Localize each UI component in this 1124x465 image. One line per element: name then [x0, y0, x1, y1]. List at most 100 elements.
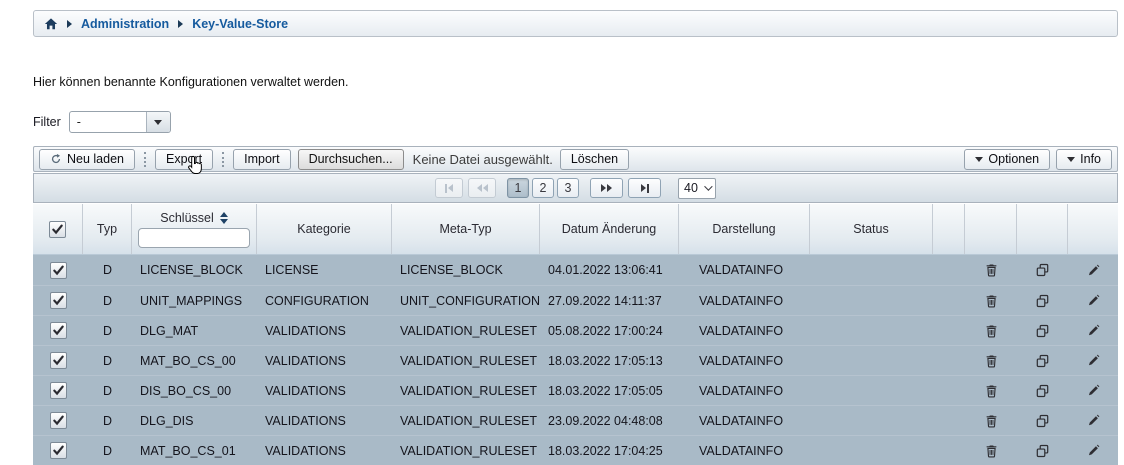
cell-status [810, 376, 933, 405]
table-row[interactable]: D MAT_BO_CS_00 VALIDATIONS VALIDATION_RU… [33, 345, 1118, 375]
edit-icon[interactable] [1082, 290, 1104, 312]
filter-dropdown[interactable]: - [69, 111, 171, 133]
table-row[interactable]: D MAT_BO_CS_01 VALIDATIONS VALIDATION_RU… [33, 435, 1118, 465]
header-kategorie: Kategorie [257, 204, 392, 254]
delete-button-label: Löschen [571, 152, 618, 166]
cell-typ: D [83, 316, 132, 345]
header-darstellung: Darstellung [679, 204, 810, 254]
cell-darstellung: VALDATAINFO [679, 286, 810, 315]
chevron-down-icon [1067, 157, 1075, 162]
cell-datum: 18.03.2022 17:05:13 [540, 346, 679, 375]
delete-icon[interactable] [980, 380, 1002, 402]
copy-icon[interactable] [1032, 380, 1054, 402]
copy-icon[interactable] [1032, 290, 1054, 312]
cell-schluessel: DLG_MAT [132, 316, 257, 345]
toolbar-right: Optionen Info [964, 149, 1112, 170]
table-row[interactable]: D UNIT_MAPPINGS CONFIGURATION UNIT_CONFI… [33, 285, 1118, 315]
edit-icon[interactable] [1082, 350, 1104, 372]
edit-icon[interactable] [1082, 259, 1104, 281]
cell-darstellung: VALDATAINFO [679, 436, 810, 465]
header-spacer [933, 204, 965, 254]
cell-darstellung: VALDATAINFO [679, 316, 810, 345]
header-status: Status [810, 204, 933, 254]
edit-icon[interactable] [1082, 320, 1104, 342]
refresh-icon [50, 153, 62, 165]
paginator-last-button[interactable] [628, 178, 661, 198]
edit-icon[interactable] [1082, 440, 1104, 462]
cell-meta-typ: VALIDATION_RULESET [392, 436, 540, 465]
paginator-next-button[interactable] [590, 178, 623, 198]
delete-icon[interactable] [980, 440, 1002, 462]
cell-darstellung: VALDATAINFO [679, 346, 810, 375]
info-menu-button[interactable]: Info [1056, 149, 1112, 170]
paginator-prev-button[interactable] [468, 178, 496, 198]
row-checkbox[interactable] [50, 292, 67, 309]
copy-icon[interactable] [1032, 320, 1054, 342]
home-icon[interactable] [44, 17, 58, 31]
table-row[interactable]: D DLG_MAT VALIDATIONS VALIDATION_RULESET… [33, 315, 1118, 345]
row-checkbox[interactable] [50, 442, 67, 459]
cell-darstellung: VALDATAINFO [679, 376, 810, 405]
cell-meta-typ: VALIDATION_RULESET [392, 316, 540, 345]
page-size-value: 40 [684, 181, 698, 195]
row-checkbox[interactable] [50, 352, 67, 369]
copy-icon[interactable] [1032, 350, 1054, 372]
page-size-select[interactable]: 40 [678, 178, 716, 199]
delete-icon[interactable] [980, 290, 1002, 312]
delete-icon[interactable] [980, 320, 1002, 342]
delete-icon[interactable] [980, 350, 1002, 372]
table-row[interactable]: D LICENSE_BLOCK LICENSE LICENSE_BLOCK 04… [33, 255, 1118, 285]
table-row[interactable]: D DLG_DIS VALIDATIONS VALIDATION_RULESET… [33, 405, 1118, 435]
copy-icon[interactable] [1032, 259, 1054, 281]
paginator-page-1[interactable]: 1 [507, 178, 529, 198]
paginator-page-3[interactable]: 3 [557, 178, 579, 198]
cell-schluessel: LICENSE_BLOCK [132, 255, 257, 285]
select-all-checkbox[interactable] [49, 221, 66, 238]
header-schluessel[interactable]: Schlüssel [132, 204, 257, 254]
cell-status [810, 406, 933, 435]
copy-icon[interactable] [1032, 410, 1054, 432]
cell-status [810, 316, 933, 345]
export-button-label: Export [166, 152, 202, 166]
cell-kategorie: LICENSE [257, 255, 392, 285]
edit-icon[interactable] [1082, 410, 1104, 432]
delete-button[interactable]: Löschen [560, 149, 629, 170]
paginator-page-2[interactable]: 2 [532, 178, 554, 198]
breadcrumb-link-key-value-store[interactable]: Key-Value-Store [192, 17, 288, 31]
delete-icon[interactable] [980, 410, 1002, 432]
table-row[interactable]: D DIS_BO_CS_00 VALIDATIONS VALIDATION_RU… [33, 375, 1118, 405]
row-checkbox[interactable] [50, 262, 67, 279]
reload-button[interactable]: Neu laden [39, 149, 135, 170]
cell-meta-typ: VALIDATION_RULESET [392, 376, 540, 405]
edit-icon[interactable] [1082, 380, 1104, 402]
cell-schluessel: MAT_BO_CS_01 [132, 436, 257, 465]
delete-icon[interactable] [980, 259, 1002, 281]
row-checkbox[interactable] [50, 412, 67, 429]
schluessel-filter-input[interactable] [138, 228, 250, 248]
export-button[interactable]: Export [155, 149, 213, 170]
browse-file-button-label: Durchsuchen... [309, 152, 393, 166]
header-datum-aenderung: Datum Änderung [540, 204, 679, 254]
chevron-down-icon [704, 182, 712, 190]
import-button[interactable]: Import [233, 149, 290, 170]
copy-icon[interactable] [1032, 440, 1054, 462]
last-page-icon [641, 184, 646, 192]
cell-typ: D [83, 346, 132, 375]
info-menu-label: Info [1080, 152, 1101, 166]
sort-icon[interactable] [220, 212, 228, 224]
row-checkbox[interactable] [50, 382, 67, 399]
prev-page-icon [477, 184, 482, 192]
row-checkbox[interactable] [50, 322, 67, 339]
options-menu-label: Optionen [988, 152, 1039, 166]
filter-dropdown-button[interactable] [146, 112, 170, 132]
paginator-first-button[interactable] [435, 178, 463, 198]
cell-kategorie: VALIDATIONS [257, 406, 392, 435]
file-status-text: Keine Datei ausgewählt. [413, 152, 553, 167]
options-menu-button[interactable]: Optionen [964, 149, 1050, 170]
cell-kategorie: VALIDATIONS [257, 376, 392, 405]
browse-file-button[interactable]: Durchsuchen... [298, 149, 404, 170]
cell-datum: 18.03.2022 17:04:25 [540, 436, 679, 465]
cell-schluessel: UNIT_MAPPINGS [132, 286, 257, 315]
breadcrumb-link-administration[interactable]: Administration [81, 17, 169, 31]
filter-label: Filter [33, 115, 61, 129]
